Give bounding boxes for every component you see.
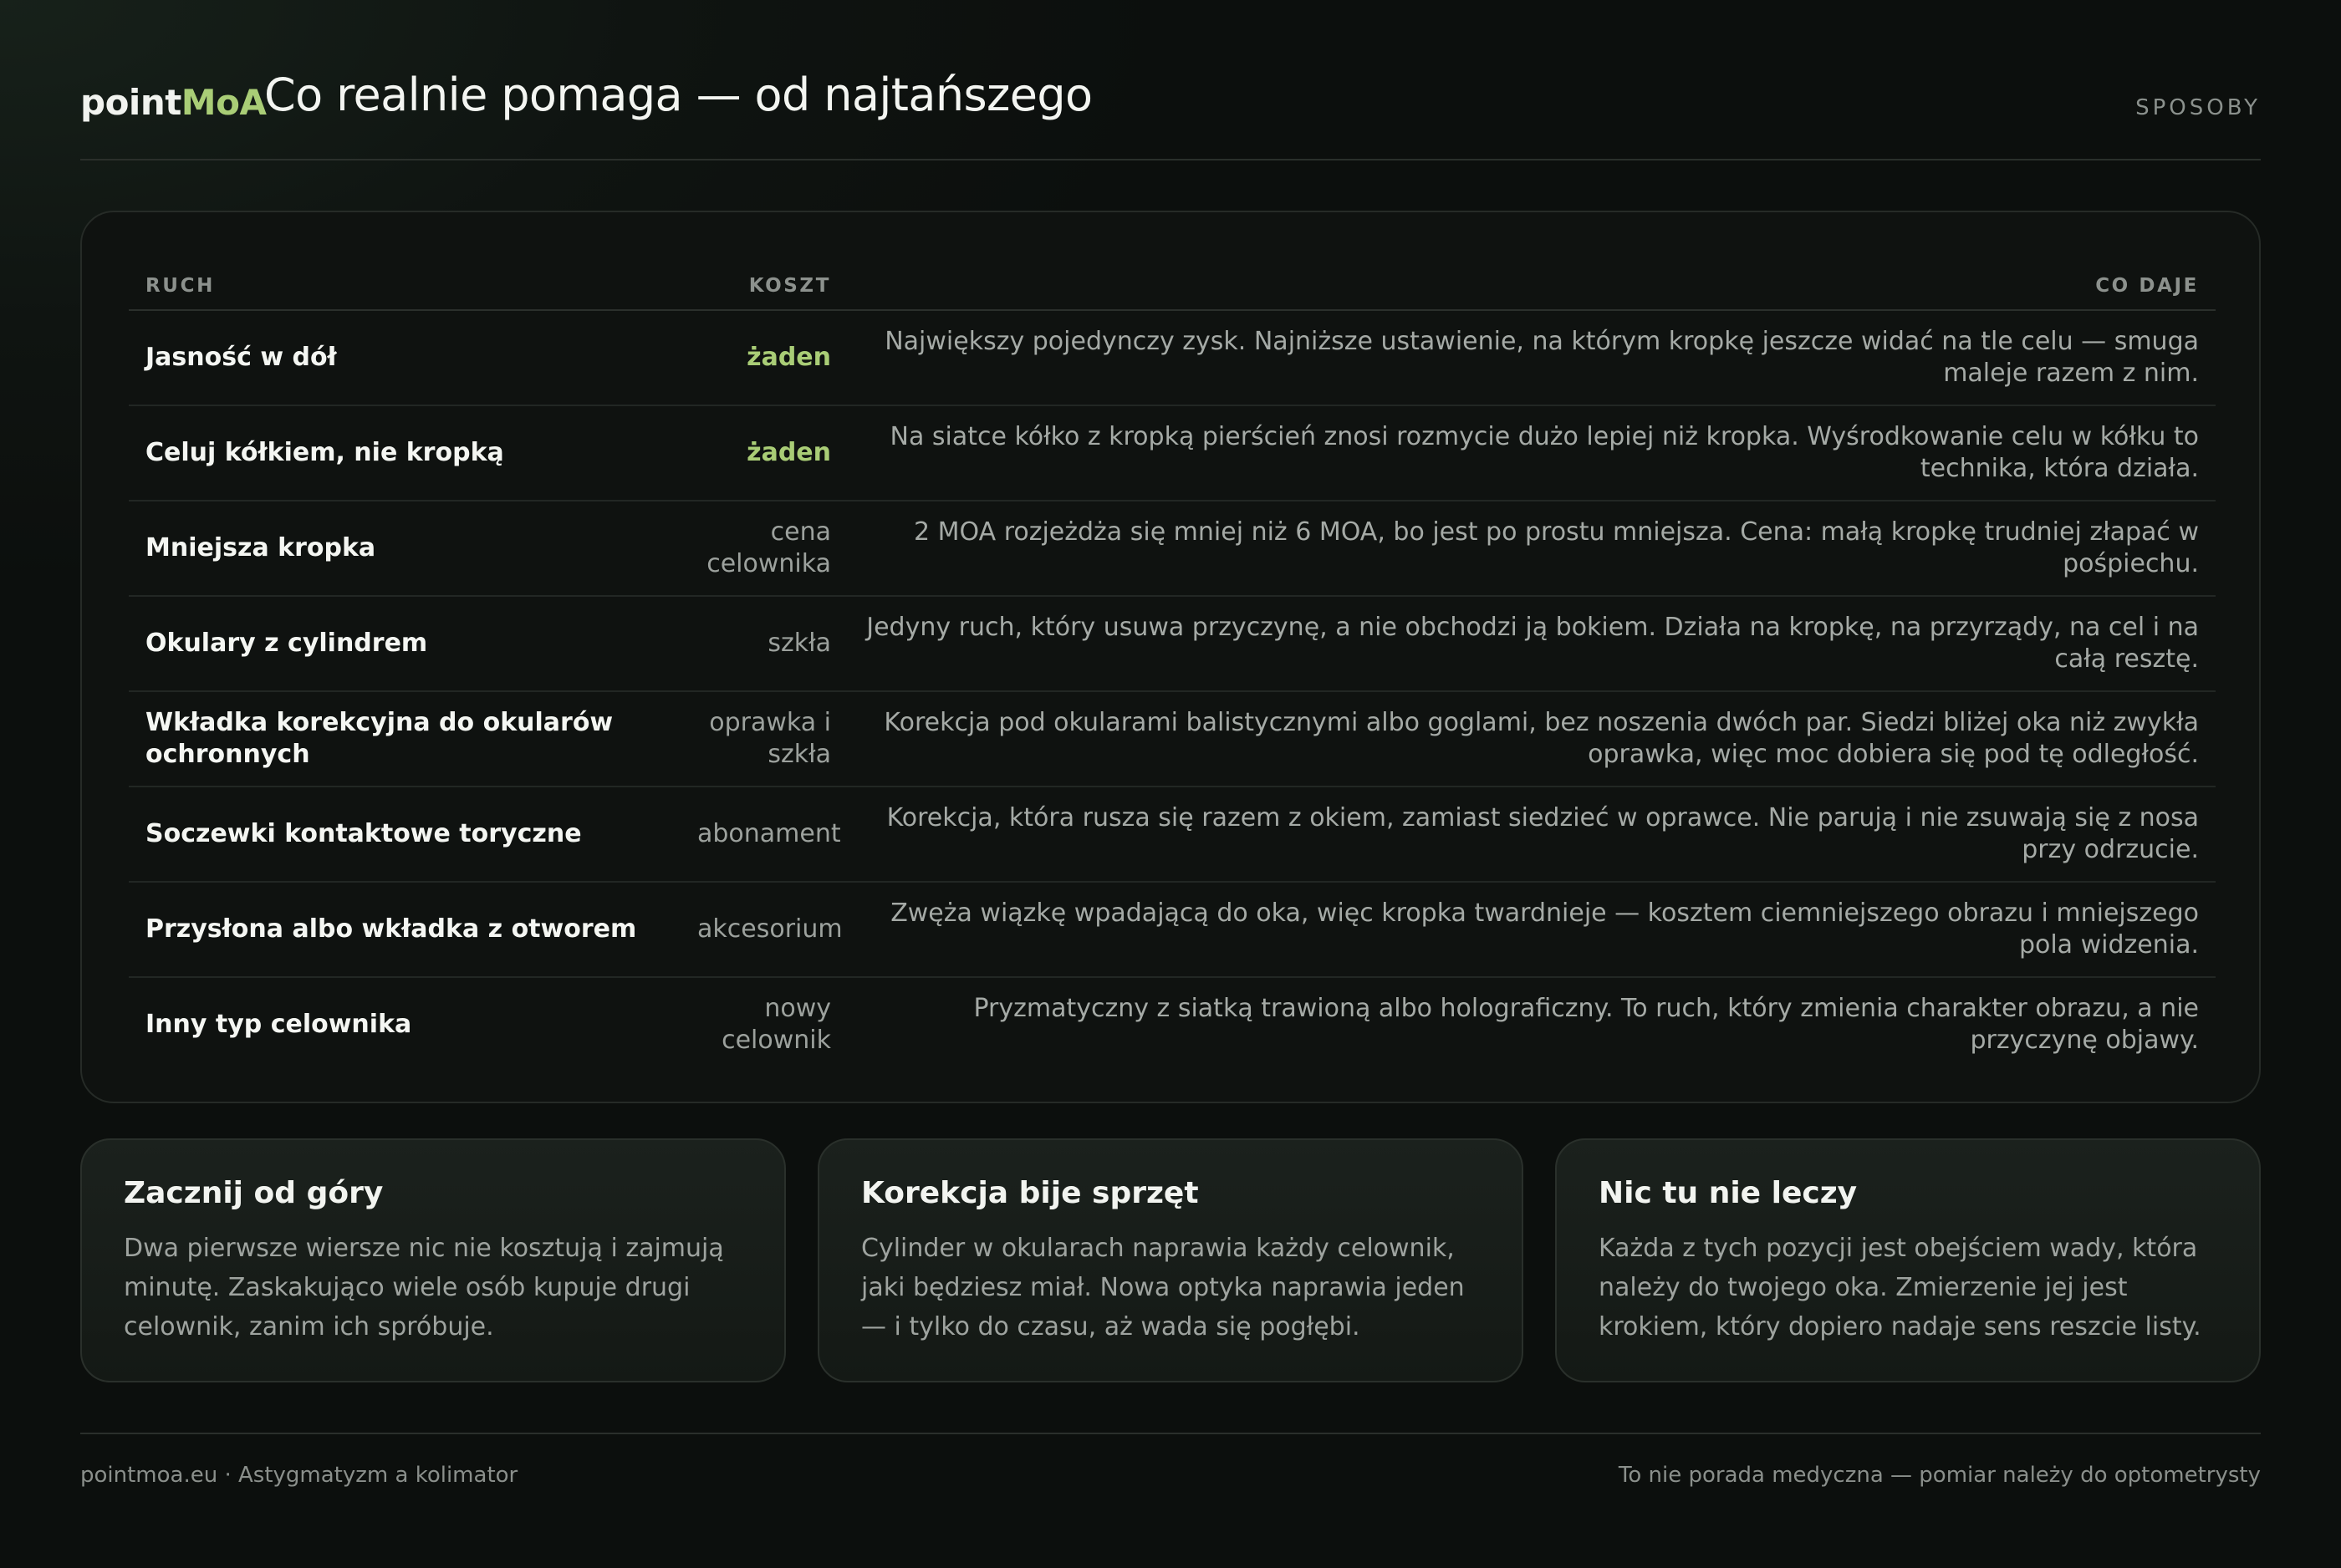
logo-accent: MoA xyxy=(181,82,267,123)
row-move: Mniejsza kropka xyxy=(129,501,681,597)
card-text: Każda z tych pozycji jest obejściem wady… xyxy=(1599,1234,2201,1341)
card-title: Zacznij od góry xyxy=(124,1176,384,1210)
summary-card: Nic tu nie leczy Każda z tych pozycji je… xyxy=(1555,1138,2261,1382)
table-row: Okulary z cylindrem szkła Jedyny ruch, k… xyxy=(129,596,2216,692)
row-gives: Zwęża wiązkę wpadającą do oka, więc krop… xyxy=(848,882,2216,978)
page-title: Co realnie pomaga — od najtańszego xyxy=(264,69,1093,121)
table-row: Przysłona albo wkładka z otworem akcesor… xyxy=(129,882,2216,978)
card-title: Nic tu nie leczy xyxy=(1599,1176,1858,1210)
summary-card: Zacznij od góry Dwa pierwsze wiersze nic… xyxy=(80,1138,786,1382)
table-row: Celuj kółkiem, nie kropką żaden Na siatc… xyxy=(129,405,2216,501)
summary-card: Korekcja bije sprzęt Cylinder w okularac… xyxy=(818,1138,1523,1382)
row-move: Przysłona albo wkładka z otworem xyxy=(129,882,681,978)
table-header-row: RUCH KOSZT CO DAJE xyxy=(129,262,2216,311)
row-cost: cena celownika xyxy=(681,501,848,597)
row-move: Celuj kółkiem, nie kropką xyxy=(129,405,681,501)
row-gives: Największy pojedynczy zysk. Najniższe us… xyxy=(848,310,2216,406)
row-cost: szkła xyxy=(681,596,848,692)
row-gives: Jedyny ruch, który usuwa przyczynę, a ni… xyxy=(848,596,2216,692)
table-row: Jasność w dół żaden Największy pojedyncz… xyxy=(129,310,2216,406)
row-move: Wkładka korekcyjna do okularów ochronnyc… xyxy=(129,691,681,787)
row-move: Inny typ celownika xyxy=(145,1010,412,1039)
methods-table-card: RUCH KOSZT CO DAJE Jasność w dół żaden N… xyxy=(80,211,2261,1103)
row-move: Okulary z cylindrem xyxy=(129,596,681,692)
footer-source-link[interactable]: pointmoa.eu · Astygmatyzm a kolimator xyxy=(80,1463,518,1488)
page-footer: pointmoa.eu · Astygmatyzm a kolimator To… xyxy=(80,1433,2261,1488)
row-gives: 2 MOA rozjeżdża się mniej niż 6 MOA, bo … xyxy=(848,501,2216,597)
row-gives: Na siatce kółko z kropką pierścień znosi… xyxy=(848,405,2216,501)
page-header: pointMoA Co realnie pomaga — od najtańsz… xyxy=(80,0,2261,160)
row-cost: nowy celownik xyxy=(722,994,831,1055)
card-title: Korekcja bije sprzęt xyxy=(861,1176,1199,1210)
row-cost: oprawka i szkła xyxy=(681,691,848,787)
methods-table: RUCH KOSZT CO DAJE Jasność w dół żaden N… xyxy=(129,262,2216,1072)
table-row: Inny typ celownika nowy celownik Pryzmat… xyxy=(129,977,2216,1072)
column-header-move: RUCH xyxy=(129,262,681,311)
row-gives: Pryzmatyczny z siatką trawioną albo holo… xyxy=(973,994,2199,1055)
card-text: Cylinder w okularach naprawia każdy celo… xyxy=(861,1234,1465,1341)
row-gives: Korekcja pod okularami balistycznymi alb… xyxy=(848,691,2216,787)
table-row: Soczewki kontaktowe toryczne abonament K… xyxy=(129,787,2216,883)
logo[interactable]: pointMoA xyxy=(80,82,267,123)
column-header-cost: KOSZT xyxy=(681,262,848,311)
row-cost: akcesorium xyxy=(681,882,848,978)
logo-main: point xyxy=(80,82,181,123)
row-cost: żaden xyxy=(681,310,848,406)
summary-cards: Zacznij od góry Dwa pierwsze wiersze nic… xyxy=(80,1138,2261,1382)
row-gives: Korekcja, która rusza się razem z okiem,… xyxy=(848,787,2216,883)
row-cost: abonament xyxy=(681,787,848,883)
row-move: Soczewki kontaktowe toryczne xyxy=(129,787,681,883)
card-text: Dwa pierwsze wiersze nic nie kosztują i … xyxy=(124,1234,724,1341)
row-cost: żaden xyxy=(681,405,848,501)
row-move: Jasność w dół xyxy=(129,310,681,406)
table-row: Mniejsza kropka cena celownika 2 MOA roz… xyxy=(129,501,2216,597)
section-tag: SPOSOBY xyxy=(2135,95,2261,120)
footer-disclaimer: To nie porada medyczna — pomiar należy d… xyxy=(1618,1463,2261,1488)
column-header-gives: CO DAJE xyxy=(848,262,2216,311)
table-row: Wkładka korekcyjna do okularów ochronnyc… xyxy=(129,691,2216,787)
